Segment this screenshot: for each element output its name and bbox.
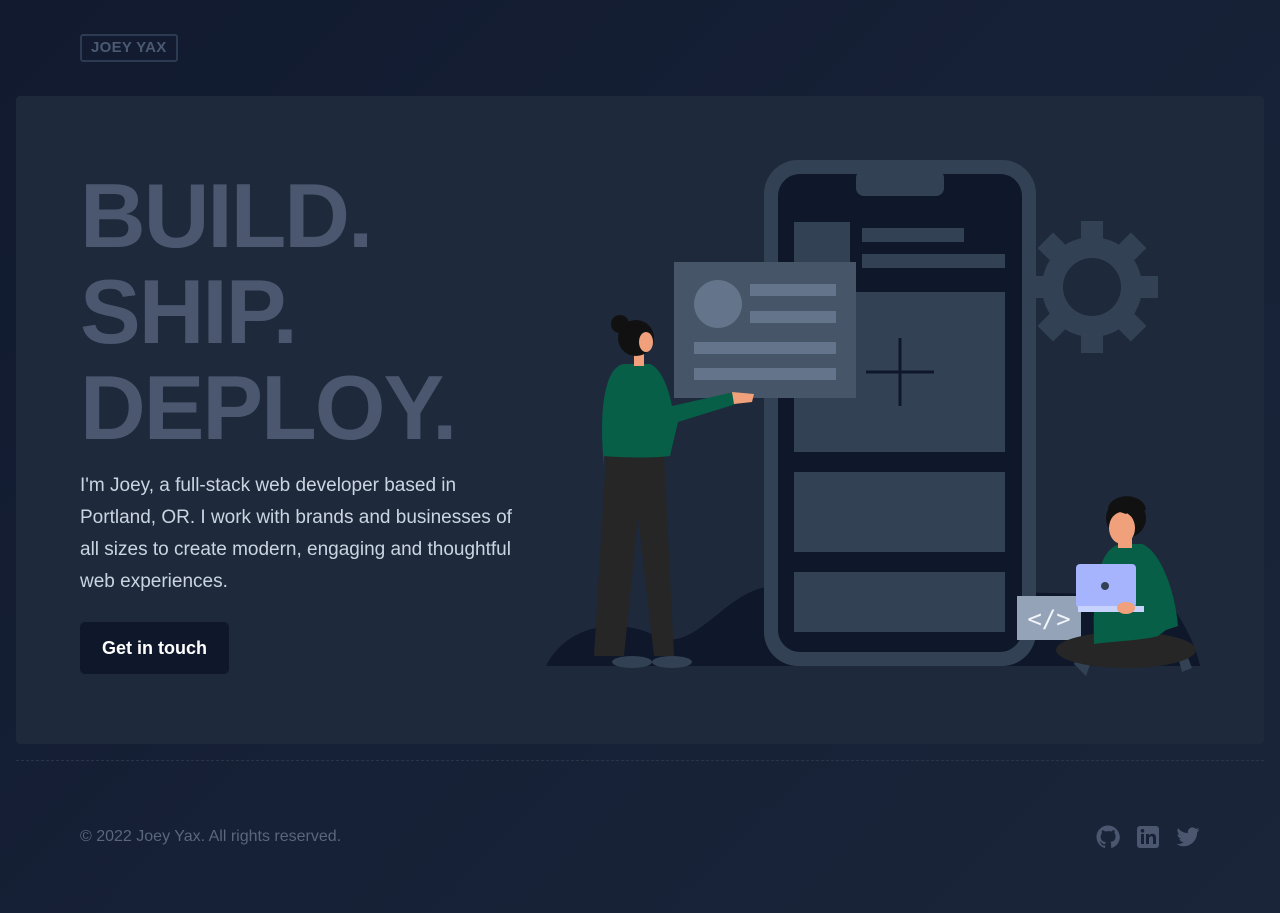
headline-line-deploy: DEPLOY. [80,358,457,459]
github-icon[interactable] [1096,825,1120,849]
get-in-touch-button[interactable]: Get in touch [80,622,229,674]
profile-card-graphic [674,262,856,398]
headline-line-build: BUILD. [80,166,373,267]
developer-illustration: </> [546,160,1200,676]
hero-section: BUILD. SHIP. DEPLOY. I'm Joey, a full-st… [16,96,1264,744]
sitting-person-graphic [1056,496,1196,676]
phone-graphic [764,160,1036,666]
footer-copyright: © 2022 Joey Yax. All rights reserved. [80,828,342,845]
linkedin-icon[interactable] [1136,825,1160,849]
site-logo[interactable]: JOEY YAX [80,34,178,62]
headline-line-ship: SHIP. [80,262,298,363]
hero-bio: I'm Joey, a full-stack web developer bas… [80,475,512,592]
gear-icon [1026,221,1158,353]
hero-headline: BUILD. SHIP. DEPLOY. [80,166,457,459]
twitter-icon[interactable] [1176,825,1200,849]
code-bubble-text: </> [1027,605,1070,633]
footer-divider [16,760,1264,761]
